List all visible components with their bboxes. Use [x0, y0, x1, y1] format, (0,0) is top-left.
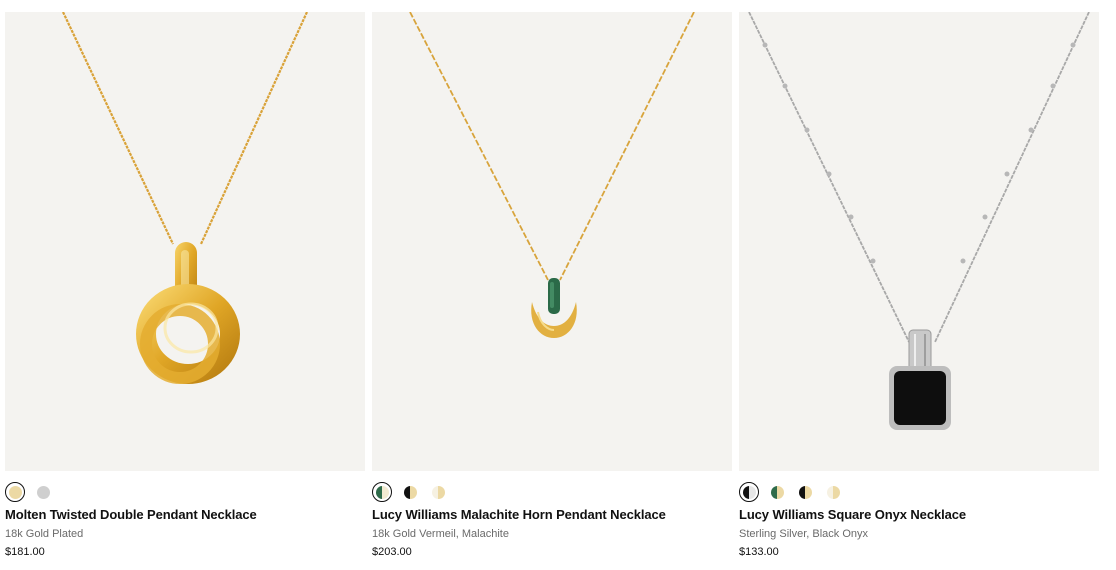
product-card[interactable]: Molten Twisted Double Pendant Necklace 1…	[5, 12, 365, 559]
swatch-dot	[36, 485, 50, 499]
product-grid: Molten Twisted Double Pendant Necklace 1…	[5, 12, 1101, 559]
product-image[interactable]	[739, 12, 1099, 471]
product-price: $133.00	[739, 546, 779, 558]
product-material: 18k Gold Vermeil, Malachite	[372, 528, 509, 540]
swatch-onyx-gold[interactable]	[795, 482, 815, 502]
swatch-onyx-gold[interactable]	[400, 482, 420, 502]
color-swatches	[372, 482, 732, 502]
product-name[interactable]: Lucy Williams Malachite Horn Pendant Nec…	[372, 507, 732, 523]
swatch-silver[interactable]	[33, 482, 53, 502]
product-image[interactable]	[5, 12, 365, 471]
product-price: $203.00	[372, 546, 412, 558]
swatch-onyx-silver[interactable]	[739, 482, 759, 502]
product-image[interactable]	[372, 12, 732, 471]
product-name[interactable]: Molten Twisted Double Pendant Necklace	[5, 507, 365, 523]
product-price: $181.00	[5, 546, 45, 558]
swatch-dot	[826, 485, 840, 499]
swatch-malachite-gold[interactable]	[767, 482, 787, 502]
gold-twisted-pendant-necklace-image	[62, 12, 309, 384]
swatch-dot	[431, 485, 445, 499]
product-card[interactable]: Lucy Williams Square Onyx Necklace Sterl…	[739, 12, 1099, 559]
product-card[interactable]: Lucy Williams Malachite Horn Pendant Nec…	[372, 12, 732, 559]
swatch-dot	[742, 485, 756, 499]
swatch-dot	[403, 485, 417, 499]
product-name[interactable]: Lucy Williams Square Onyx Necklace	[739, 507, 1099, 523]
product-material: Sterling Silver, Black Onyx	[739, 528, 868, 540]
silver-square-onyx-necklace-image	[748, 12, 1090, 430]
swatch-dot	[770, 485, 784, 499]
swatch-dot	[798, 485, 812, 499]
swatch-gold[interactable]	[5, 482, 25, 502]
color-swatches	[739, 482, 1099, 502]
gold-horn-pendant-necklace-image	[409, 12, 695, 338]
swatch-pearl-gold[interactable]	[823, 482, 843, 502]
product-material: 18k Gold Plated	[5, 528, 84, 540]
swatch-dot	[375, 485, 389, 499]
swatch-malachite[interactable]	[372, 482, 392, 502]
color-swatches	[5, 482, 365, 502]
swatch-pearl-gold[interactable]	[428, 482, 448, 502]
swatch-dot	[8, 485, 22, 499]
